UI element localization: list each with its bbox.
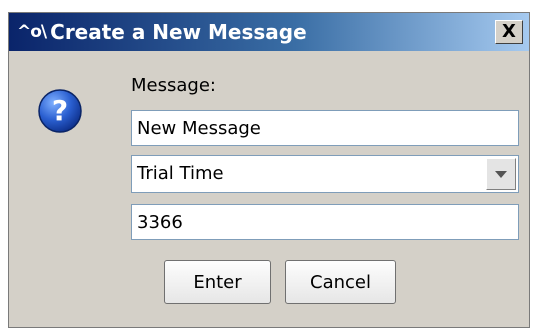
wave-signal-icon: ^o\: [17, 21, 47, 42]
chevron-down-icon: [495, 170, 507, 178]
message-name-input[interactable]: [131, 110, 519, 146]
title-bar[interactable]: ^o\ Create a New Message X: [9, 13, 529, 51]
enter-button[interactable]: Enter: [164, 260, 271, 304]
message-label: Message:: [131, 75, 216, 96]
dropdown-arrow-button[interactable]: [486, 158, 516, 190]
cancel-button[interactable]: Cancel: [285, 260, 396, 304]
svg-text:?: ?: [52, 94, 68, 127]
close-button[interactable]: X: [495, 20, 523, 44]
message-number-input[interactable]: [131, 204, 519, 240]
message-type-selected: Trial Time: [137, 163, 224, 184]
question-mark-icon: ?: [38, 89, 82, 133]
window-title: Create a New Message: [50, 20, 307, 44]
message-type-select[interactable]: Trial Time: [131, 155, 519, 193]
close-icon: X: [502, 21, 516, 42]
create-message-dialog: ^o\ Create a New Message X ? Message: Tr…: [8, 12, 530, 328]
